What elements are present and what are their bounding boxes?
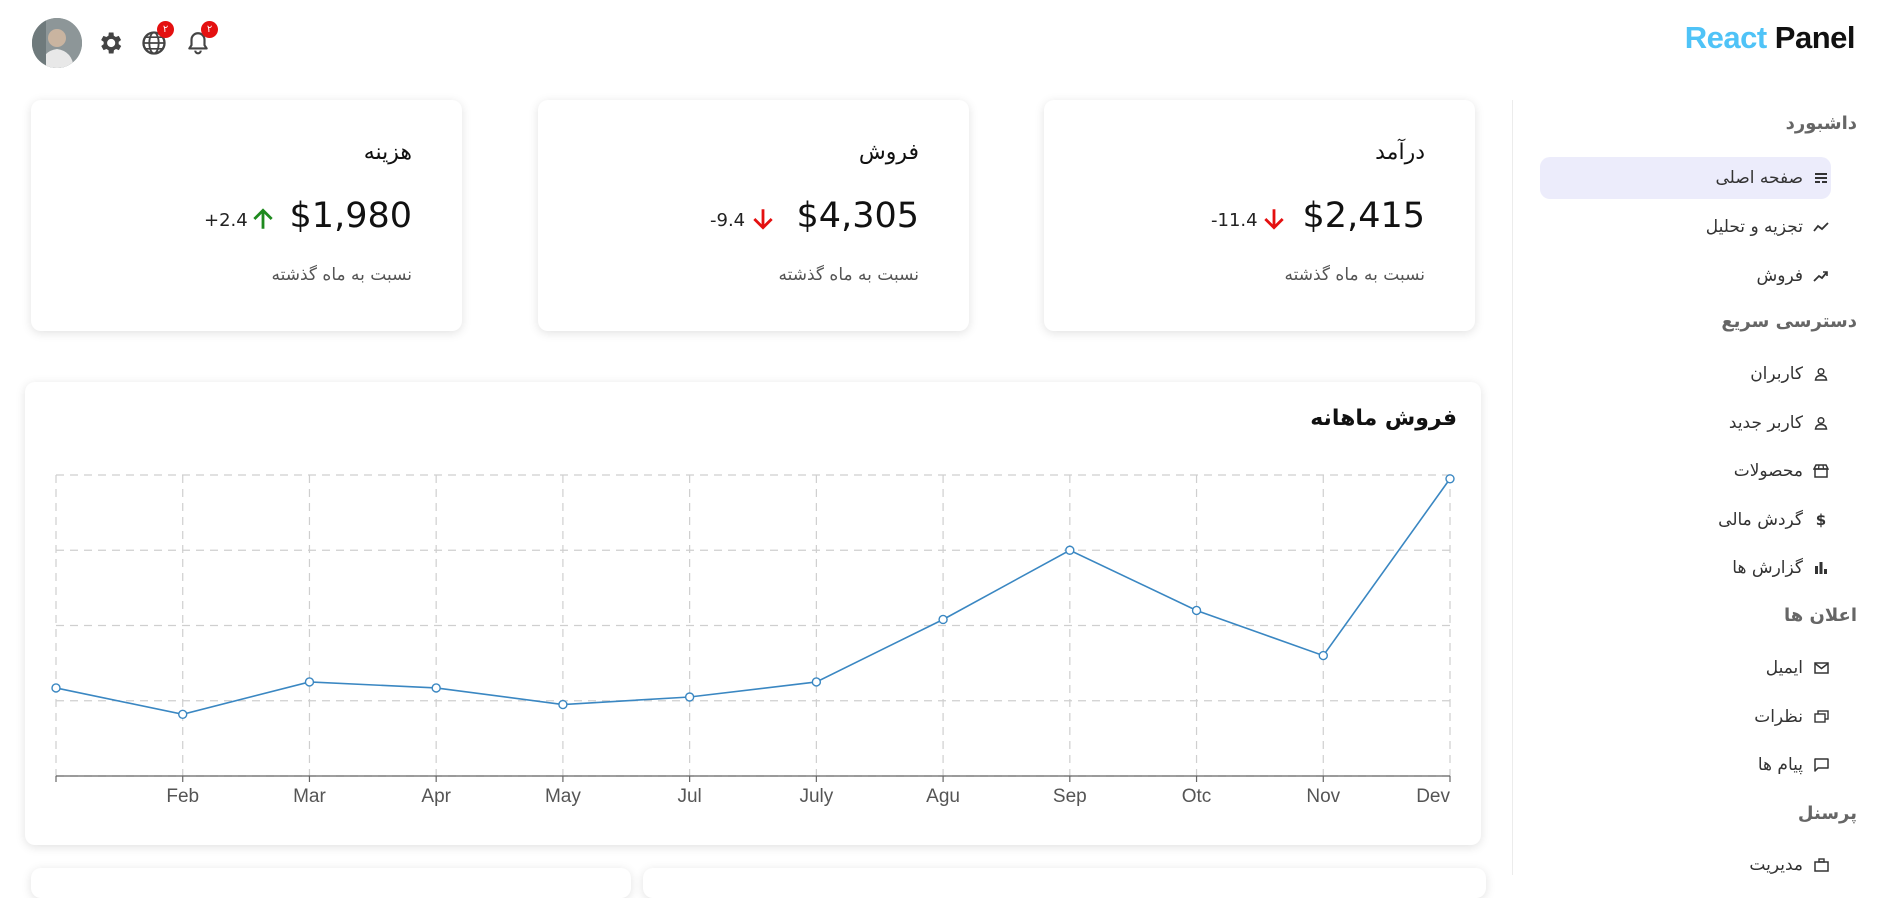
arrow-down-icon (1264, 209, 1284, 230)
x-tick-label: May (545, 786, 581, 807)
sidebar-item-label: مدیریت (1749, 855, 1803, 875)
sidebar-item-products[interactable]: محصولات (1540, 450, 1831, 492)
x-tick-label: Jul (677, 786, 701, 807)
revenue-card: درآمد $2,415 -11.4 نسبت به ماه گذشته (1044, 100, 1475, 331)
sidebar-item-new-user[interactable]: کاربر جدید (1540, 402, 1831, 444)
card-value: $1,980 (289, 196, 412, 236)
user-icon (1811, 413, 1831, 433)
sidebar-item-sales[interactable]: فروش (1540, 255, 1831, 297)
data-point (178, 709, 188, 719)
data-point (304, 677, 315, 687)
logo-part-react: React (1684, 20, 1767, 55)
sidebar-item-label: فروش (1756, 266, 1803, 286)
card-title: هزینه (363, 140, 412, 165)
data-point (1065, 545, 1075, 555)
settings-button[interactable] (94, 27, 126, 59)
x-tick-label: July (799, 786, 833, 807)
data-point (1191, 605, 1202, 616)
lower-panel-right (643, 868, 1486, 898)
data-point (1318, 650, 1328, 661)
sidebar-item-label: گزارش ها (1732, 558, 1803, 578)
sidebar-item-label: کاربران (1750, 364, 1803, 384)
x-tick-label: Mar (293, 786, 326, 807)
dashboard-icon (1811, 168, 1831, 188)
language-button[interactable]: ۲ (138, 21, 174, 59)
sidebar-item-reports[interactable]: گزارش ها (1540, 547, 1831, 589)
user-icon (1811, 364, 1831, 384)
storefront-icon (1811, 461, 1831, 481)
notifications-button[interactable]: ۲ (182, 21, 218, 59)
card-rate: +2.4 (204, 210, 248, 231)
app-logo[interactable]: React Panel (1684, 20, 1856, 56)
data-point (1445, 474, 1455, 484)
series-line (55, 478, 1451, 716)
arrow-down-icon (753, 209, 773, 230)
data-point (684, 692, 695, 702)
card-value: $2,415 (1302, 196, 1425, 236)
monthly-sales-chart: Feb Mar Apr May Jul July Agu Sep Otc Nov Dev (51, 474, 1455, 807)
top-bar: React Panel ۲ ۲ (0, 0, 1883, 80)
trending-up-icon (1811, 266, 1831, 286)
data-point (558, 699, 568, 710)
notifications-badge: ۲ (201, 21, 218, 38)
sidebar-item-label: تجزیه و تحلیل (1705, 217, 1803, 237)
briefcase-icon (1811, 855, 1831, 875)
lower-panel-left (31, 868, 631, 898)
card-subtitle: نسبت به ماه گذشته (778, 265, 919, 285)
arrow-up-icon (253, 208, 273, 229)
avatar-image (32, 18, 82, 68)
x-tick-label: Nov (1306, 786, 1340, 807)
sidebar-section-title: اعلان ها (1783, 605, 1857, 626)
x-tick-label: Apr (421, 786, 451, 807)
sales-card: فروش $4,305 -9.4 نسبت به ماه گذشته (538, 100, 969, 331)
card-subtitle: نسبت به ماه گذشته (271, 265, 412, 285)
data-point (431, 683, 441, 693)
x-tick-label: Agu (926, 786, 960, 807)
card-title: فروش (858, 140, 919, 165)
sidebar-item-label: محصولات (1733, 461, 1803, 481)
sidebar-item-messages[interactable]: پیام ها (1540, 744, 1831, 786)
comments-icon (1811, 707, 1831, 727)
sidebar-item-email[interactable]: ایمیل (1540, 647, 1831, 689)
sidebar-section-title: داشبورد (1785, 113, 1857, 134)
data-point (938, 614, 948, 625)
sidebar-item-comments[interactable]: نظرات (1540, 696, 1831, 738)
logo-part-panel: Panel (1766, 20, 1856, 55)
sidebar-item-home[interactable]: صفحه اصلی (1540, 157, 1831, 199)
sidebar-item-label: ایمیل (1765, 658, 1803, 678)
data-point (51, 683, 61, 693)
dollar-icon: $ (1815, 511, 1827, 529)
x-tick-label: Otc (1182, 786, 1212, 807)
mail-icon (1811, 658, 1831, 678)
sidebar-section-title: پرسنل (1797, 803, 1857, 824)
language-badge: ۲ (157, 21, 174, 38)
sidebar-item-transactions[interactable]: $ گردش مالی (1540, 499, 1831, 541)
chat-icon (1811, 755, 1831, 775)
gear-icon (101, 32, 122, 54)
sidebar-item-label: صفحه اصلی (1715, 168, 1803, 188)
avatar[interactable] (32, 18, 82, 68)
card-rate: -9.4 (710, 210, 746, 231)
sidebar-item-label: گردش مالی (1718, 510, 1803, 530)
sidebar-item-users[interactable]: کاربران (1540, 353, 1831, 395)
x-tick-label: Feb (166, 786, 199, 807)
sidebar-item-label: کاربر جدید (1728, 413, 1803, 433)
sidebar-item-management[interactable]: مدیریت (1540, 844, 1831, 886)
card-value: $4,305 (796, 196, 919, 236)
cost-card: هزینه $1,980 +2.4 نسبت به ماه گذشته (31, 100, 462, 331)
monthly-sales-panel: فروش ماهانه Feb Mar Apr May Jul July Agu Sep Otc… (25, 382, 1481, 845)
bar-chart-icon (1811, 558, 1831, 578)
sidebar-item-analytics[interactable]: تجزیه و تحلیل (1540, 206, 1831, 248)
card-title: درآمد (1375, 140, 1425, 165)
timeline-icon (1811, 217, 1831, 237)
sidebar: داشبورد صفحه اصلی تجزیه و تحلیل فروش دست… (1512, 100, 1883, 875)
x-tick-label: Sep (1053, 786, 1087, 807)
sidebar-item-label: نظرات (1754, 707, 1803, 727)
x-tick-label: Dev (1416, 786, 1450, 807)
card-rate: -11.4 (1211, 210, 1258, 231)
sidebar-section-title: دسترسی سریع (1721, 311, 1857, 332)
sidebar-item-label: پیام ها (1757, 755, 1803, 775)
card-subtitle: نسبت به ماه گذشته (1284, 265, 1425, 285)
data-point (811, 677, 822, 687)
